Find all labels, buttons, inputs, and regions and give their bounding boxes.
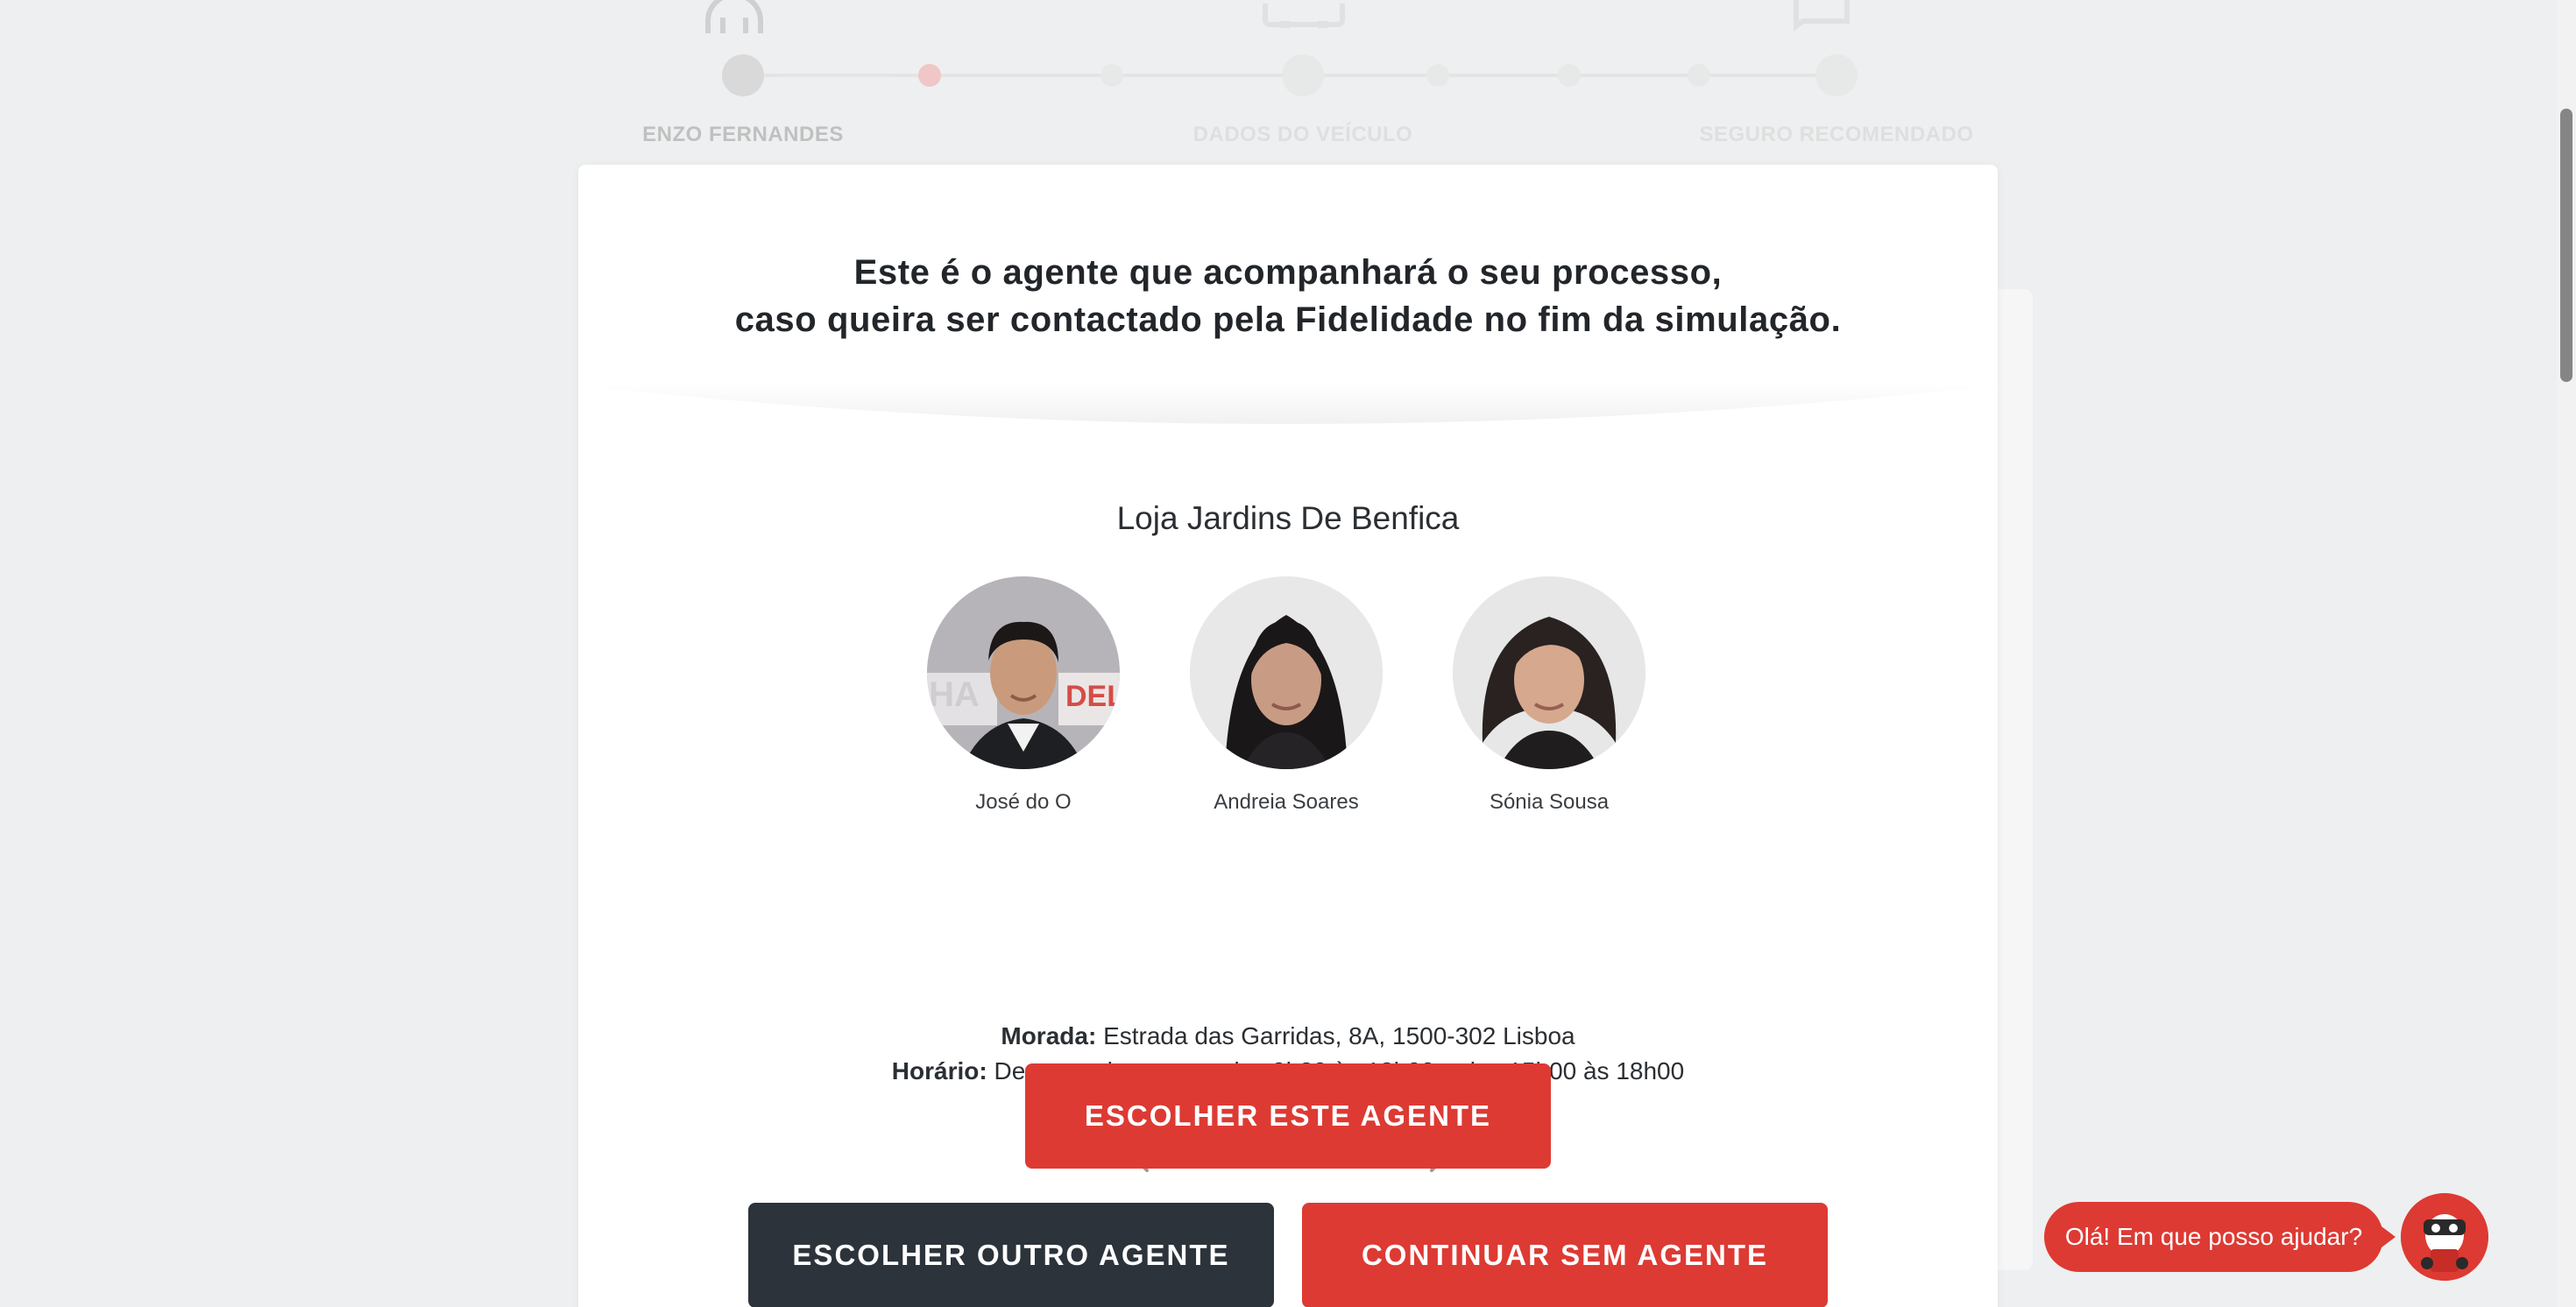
- chat-assistant-avatar[interactable]: [2401, 1193, 2488, 1281]
- step-dot: [1426, 64, 1449, 87]
- car-icon: [1263, 4, 1345, 28]
- scrollbar-thumb[interactable]: [2560, 109, 2572, 382]
- page-title: Este é o agente que acompanhará o seu pr…: [578, 249, 1998, 343]
- chat-greeting-bubble[interactable]: Olá! Em que posso ajudar?: [2044, 1202, 2396, 1272]
- svg-text:DEL: DEL: [1065, 680, 1120, 713]
- choose-this-agent-button[interactable]: ESCOLHER ESTE AGENTE: [1025, 1063, 1551, 1169]
- svg-text:HA: HA: [929, 675, 980, 714]
- step-dot: [1558, 64, 1581, 87]
- agent-card: Este é o agente que acompanhará o seu pr…: [578, 165, 1998, 1307]
- step-dot-current: [918, 64, 941, 87]
- title-line-1: Este é o agente que acompanhará o seu pr…: [853, 253, 1723, 292]
- agents-list: HA DEL José do O Andreia Soares Sónia So…: [578, 576, 1998, 822]
- step-dot-3: [1815, 54, 1858, 96]
- agent-item[interactable]: Andreia Soares: [1172, 576, 1400, 815]
- step-dot-2: [1282, 54, 1324, 96]
- headset-icon: [705, 0, 763, 33]
- step-label-1: ENZO FERNANDES: [642, 123, 844, 146]
- agent-item[interactable]: Sónia Sousa: [1435, 576, 1663, 815]
- agent-item[interactable]: HA DEL José do O: [909, 576, 1137, 815]
- address-value: Estrada das Garridas, 8A, 1500-302 Lisbo…: [1103, 1022, 1575, 1049]
- agent-photo: [1453, 576, 1645, 769]
- title-line-2: caso queira ser contactado pela Fidelida…: [734, 300, 1842, 339]
- agent-photo: [1190, 576, 1383, 769]
- step-dot-1: [722, 54, 764, 96]
- choose-other-agent-button[interactable]: ESCOLHER OUTRO AGENTE: [748, 1203, 1274, 1307]
- continue-without-agent-button[interactable]: CONTINUAR SEM AGENTE: [1302, 1203, 1828, 1307]
- chat-greeting-text: Olá! Em que posso ajudar?: [2064, 1223, 2363, 1250]
- card-header: Este é o agente que acompanhará o seu pr…: [578, 165, 1998, 445]
- chat-icon: [1794, 0, 1850, 32]
- progress-stepper: ENZO FERNANDES DADOS DO VEÍCULO SEGURO R…: [0, 0, 2576, 166]
- bubble-tail: [2381, 1226, 2396, 1247]
- header-curve: [578, 384, 1998, 424]
- agent-photo: HA DEL: [927, 576, 1120, 769]
- step-label-3: SEGURO RECOMENDADO: [1699, 123, 1974, 146]
- store-name: Loja Jardins De Benfica: [1116, 500, 1460, 536]
- hours-label: Horário:: [891, 1057, 987, 1084]
- agent-name: Sónia Sousa: [1489, 790, 1610, 814]
- agent-name: José do O: [975, 790, 1072, 814]
- agent-name: Andreia Soares: [1214, 790, 1359, 814]
- address-line: Morada: Estrada das Garridas, 8A, 1500-3…: [578, 1019, 1998, 1054]
- step-dot: [1100, 64, 1123, 87]
- step-dot: [1688, 64, 1710, 87]
- step-label-2: DADOS DO VEÍCULO: [1192, 123, 1413, 146]
- robot-avatar-icon: [2401, 1193, 2488, 1281]
- address-label: Morada:: [1001, 1022, 1097, 1049]
